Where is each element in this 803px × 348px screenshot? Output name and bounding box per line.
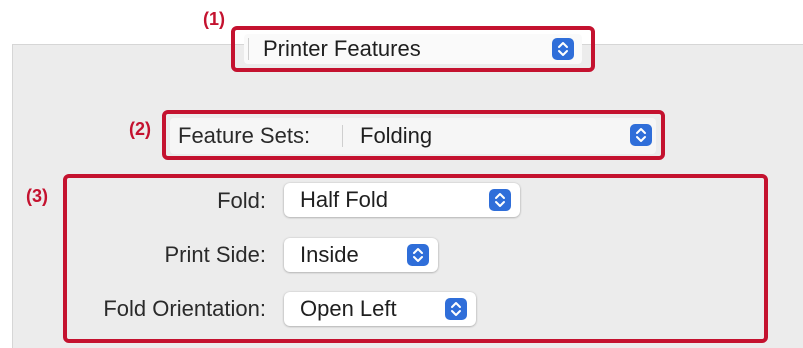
feature-sets-value: Folding	[360, 123, 433, 148]
print-side-label: Print Side:	[164, 242, 267, 267]
up-down-chevron-icon	[407, 244, 429, 266]
callout-2: (2)	[129, 119, 151, 139]
print-side-popup[interactable]: Inside	[284, 238, 438, 272]
fold-popup[interactable]: Half Fold	[284, 183, 520, 217]
callout-3: (3)	[26, 186, 48, 206]
up-down-chevron-icon	[630, 124, 652, 146]
printer-features-value: Printer Features	[263, 36, 421, 61]
printer-features-popup[interactable]: Printer Features	[244, 34, 582, 64]
fold-value: Half Fold	[300, 187, 389, 212]
feature-sets-row[interactable]: Feature Sets: Folding	[170, 118, 656, 154]
fold-orientation-popup[interactable]: Open Left	[284, 292, 476, 326]
popup-divider	[342, 125, 343, 147]
fold-orientation-label: Fold Orientation:	[103, 296, 266, 321]
callout-1: (1)	[203, 9, 225, 29]
feature-sets-label: Feature Sets:	[178, 123, 311, 148]
fold-label: Fold:	[217, 188, 266, 213]
up-down-chevron-icon	[489, 189, 511, 211]
fold-orientation-value: Open Left	[300, 296, 397, 321]
print-side-value: Inside	[300, 242, 359, 267]
up-down-chevron-icon	[552, 38, 574, 60]
up-down-chevron-icon	[445, 298, 467, 320]
